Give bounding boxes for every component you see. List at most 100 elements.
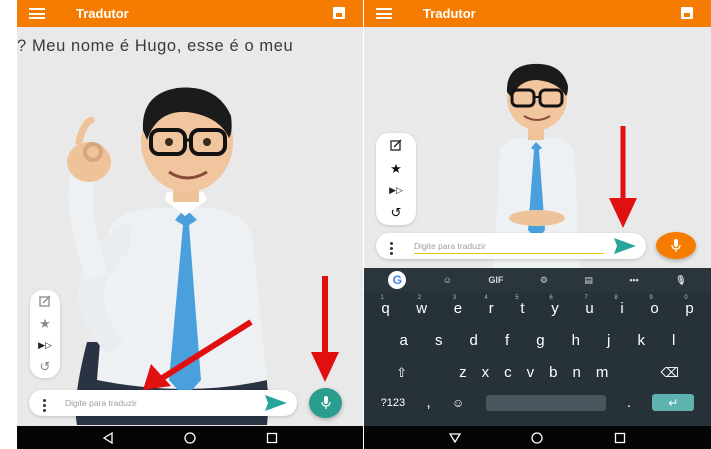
back-icon[interactable] <box>102 431 114 444</box>
google-icon[interactable]: G <box>388 271 407 289</box>
red-arrow-annotation <box>311 276 339 382</box>
key-label: t <box>520 300 525 317</box>
recents-icon[interactable] <box>614 432 626 444</box>
shift-key[interactable]: ⇧ <box>396 365 407 381</box>
side-actions-panel: ★ ▶▷ ↺ <box>376 133 416 225</box>
key-hint: 2 <box>417 295 422 301</box>
red-arrow-annotation <box>609 126 637 228</box>
mic-button[interactable] <box>309 388 342 418</box>
replay-icon[interactable]: ↺ <box>40 360 51 373</box>
gif-button[interactable]: GIF <box>488 275 503 285</box>
key[interactable]: p0 <box>684 295 693 317</box>
voice-input-icon[interactable]: 🎙 <box>675 275 686 286</box>
side-actions-panel: ★ ▶▷ ↺ <box>30 290 60 378</box>
key[interactable]: j <box>607 332 610 349</box>
key[interactable]: o9 <box>649 295 658 317</box>
backspace-key[interactable]: ⌫ <box>661 365 679 381</box>
replay-icon[interactable]: ↺ <box>391 206 402 219</box>
key-row-2: asdfghjkl <box>364 332 711 349</box>
hamburger-menu-icon[interactable] <box>29 8 45 19</box>
enter-key[interactable]: ↵ <box>652 394 695 411</box>
home-icon[interactable] <box>184 431 196 444</box>
key-label: e <box>453 300 463 317</box>
emoji-key[interactable]: ☺ <box>452 396 464 410</box>
key-hint: 9 <box>649 295 653 301</box>
save-icon[interactable] <box>333 7 345 19</box>
space-bar[interactable] <box>485 394 606 411</box>
key[interactable]: l <box>672 332 675 349</box>
mic-icon <box>320 396 331 409</box>
key[interactable]: h <box>572 332 580 349</box>
key[interactable]: q1 <box>380 295 389 317</box>
settings-icon[interactable]: ⚙ <box>540 275 548 286</box>
translate-input[interactable]: Digite para traduzir <box>414 241 486 251</box>
key[interactable]: c <box>504 364 512 381</box>
android-nav-bar <box>17 426 363 449</box>
translate-icon[interactable]: ▤ <box>584 275 593 286</box>
app-bar: Tradutor <box>17 0 363 27</box>
key-hint: 6 <box>549 295 553 301</box>
key-row-3: ⇧ zxcvbnm ⌫ <box>364 364 711 381</box>
phone-left: Tradutor ? Meu nome é Hugo, esse é o meu <box>17 0 363 449</box>
translate-input[interactable]: Digite para traduzir <box>65 398 137 408</box>
playback-speed-icon[interactable]: ▶▷ <box>389 186 403 195</box>
key[interactable]: v <box>527 364 535 381</box>
key[interactable]: x <box>482 364 490 381</box>
back-icon[interactable] <box>449 432 462 444</box>
key[interactable]: a <box>400 332 408 349</box>
key[interactable]: e3 <box>453 295 463 317</box>
key-label: y <box>551 300 559 317</box>
key[interactable]: n <box>573 364 581 381</box>
key[interactable]: u7 <box>584 295 594 317</box>
key[interactable]: f <box>505 332 509 349</box>
key[interactable]: w2 <box>416 295 427 317</box>
key[interactable]: r4 <box>484 295 494 317</box>
key-row-1: q1 w2 e3 r4 t5 y6 u7 i8 o9 p0 <box>364 295 711 317</box>
key[interactable]: s <box>435 332 443 349</box>
translate-input-bar[interactable]: Digite para traduzir <box>29 390 297 416</box>
key-label: u <box>585 300 594 317</box>
row3-letters: zxcvbnm <box>459 364 608 381</box>
input-options-icon[interactable] <box>390 242 393 255</box>
send-icon[interactable] <box>265 395 287 411</box>
key[interactable]: b <box>549 364 557 381</box>
keyboard-toolbar: G ☺ GIF ⚙ ▤ ••• 🎙 <box>364 268 711 292</box>
home-icon[interactable] <box>531 431 544 444</box>
favorite-star-icon[interactable]: ★ <box>39 317 51 330</box>
edit-icon[interactable] <box>39 295 51 307</box>
key[interactable]: g <box>536 332 544 349</box>
playback-speed-icon[interactable]: ▶▷ <box>38 340 52 350</box>
key[interactable]: z <box>459 364 467 381</box>
symbols-key[interactable]: ?123 <box>381 397 405 409</box>
favorite-star-icon[interactable]: ★ <box>390 162 402 175</box>
key[interactable]: i8 <box>614 295 624 317</box>
translate-input-bar[interactable]: Digite para traduzir <box>376 233 646 259</box>
key[interactable]: m <box>596 364 609 381</box>
more-options-icon[interactable]: ••• <box>629 275 638 285</box>
input-underline <box>414 253 604 254</box>
key-hint: 0 <box>684 295 688 301</box>
key-hint: 4 <box>484 295 488 301</box>
period-key[interactable]: . <box>627 394 631 411</box>
hamburger-menu-icon[interactable] <box>376 8 392 19</box>
key[interactable]: k <box>637 332 645 349</box>
comma-key[interactable]: , <box>426 394 430 411</box>
key[interactable]: y6 <box>549 295 559 317</box>
key-label: r <box>488 300 494 317</box>
key[interactable]: d <box>470 332 478 349</box>
key-hint: 5 <box>515 295 519 301</box>
emoji-sticker-icon[interactable]: ☺ <box>443 275 452 285</box>
edit-icon[interactable] <box>390 139 402 151</box>
send-icon[interactable] <box>614 238 636 254</box>
mic-button[interactable] <box>656 232 696 259</box>
key[interactable]: t5 <box>515 295 525 317</box>
enter-icon: ↵ <box>668 395 679 410</box>
key-hint: 8 <box>614 295 618 301</box>
phone-right: Tradutor ★ ▶▷ ↺ Digite para traduzir G ☺… <box>364 0 711 449</box>
key-label: i <box>620 300 624 317</box>
key-hint: 7 <box>584 295 588 301</box>
recents-icon[interactable] <box>266 432 278 444</box>
input-options-icon[interactable] <box>43 399 46 412</box>
key-row-4: ?123 , ☺ . ↵ <box>364 394 711 411</box>
save-icon[interactable] <box>681 7 693 19</box>
